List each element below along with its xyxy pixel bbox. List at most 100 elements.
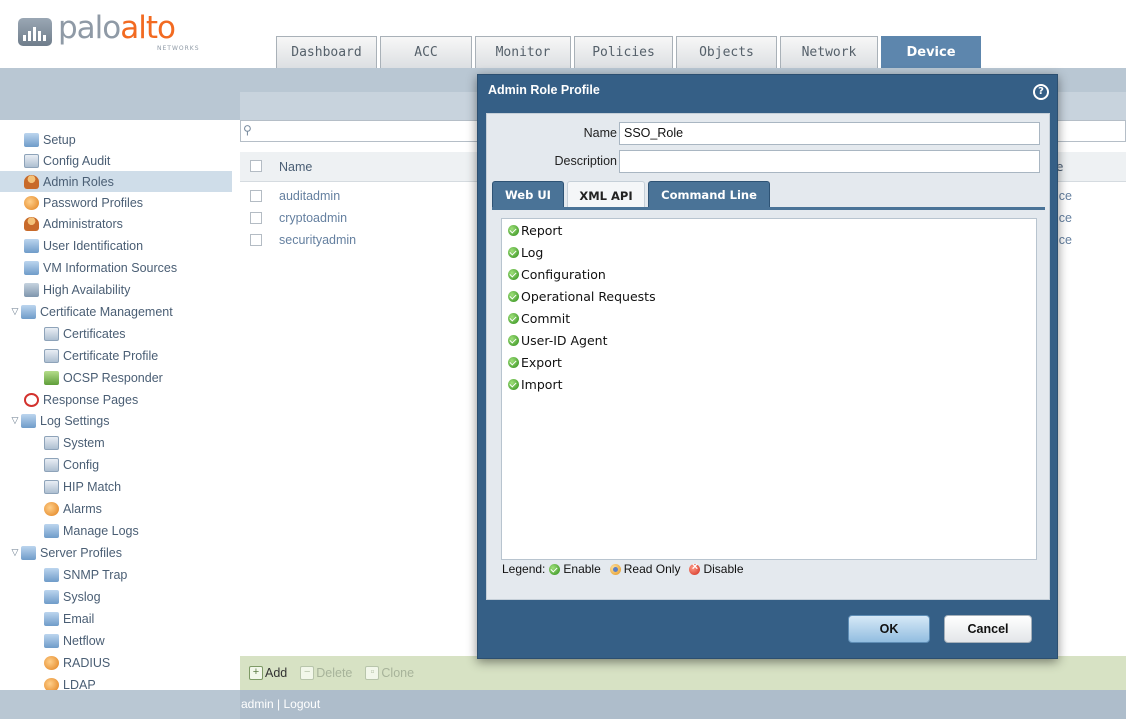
header: paloalto NETWORKS Dashboard ACC Monitor … — [0, 0, 1126, 68]
name-field[interactable]: SSO_Role — [619, 122, 1040, 145]
sidebar-item-certificate-management[interactable]: ▽ Certificate Management — [10, 301, 173, 322]
tab-objects[interactable]: Objects — [676, 36, 777, 68]
row-partial-cell: ice — [1056, 189, 1072, 203]
permission-report[interactable]: Report — [508, 223, 562, 238]
row-checkbox[interactable] — [250, 212, 262, 224]
column-header-name[interactable]: Name — [279, 160, 312, 174]
sidebar-item-system[interactable]: System — [44, 432, 105, 453]
expand-triangle-icon[interactable]: ▽ — [10, 547, 20, 558]
legend-title: Legend: — [502, 562, 546, 576]
enable-status-icon[interactable] — [508, 225, 519, 236]
enable-status-icon[interactable] — [508, 247, 519, 258]
footer-links: admin | Logout — [241, 697, 321, 711]
expand-triangle-icon[interactable]: ▽ — [10, 415, 20, 426]
netflow-icon — [44, 633, 59, 648]
clone-icon: ▫ — [365, 666, 380, 680]
permission-operational-requests[interactable]: Operational Requests — [508, 289, 656, 304]
sidebar-item-user-identification[interactable]: User Identification — [24, 235, 143, 256]
sidebar-item-netflow[interactable]: Netflow — [44, 630, 105, 651]
add-button[interactable]: + Add — [249, 666, 287, 680]
setup-icon — [24, 132, 39, 147]
minus-icon: − — [300, 666, 315, 680]
permission-import[interactable]: Import — [508, 377, 563, 392]
tab-device[interactable]: Device — [881, 36, 981, 68]
sidebar: Setup Config Audit Admin Roles Password … — [0, 120, 232, 690]
sidebar-item-password-profiles[interactable]: Password Profiles — [24, 192, 143, 213]
row-partial-cell: ice — [1056, 233, 1072, 247]
tab-dashboard[interactable]: Dashboard — [276, 36, 377, 68]
delete-button[interactable]: − Delete — [300, 666, 352, 680]
enable-status-icon[interactable] — [508, 379, 519, 390]
logout-link[interactable]: Logout — [283, 697, 320, 711]
plus-icon: + — [249, 666, 263, 680]
tab-network[interactable]: Network — [780, 36, 878, 68]
sidebar-item-log-settings[interactable]: ▽ Log Settings — [10, 410, 110, 431]
permission-user-id-agent[interactable]: User-ID Agent — [508, 333, 608, 348]
sidebar-item-manage-logs[interactable]: Manage Logs — [44, 520, 139, 541]
sidebar-item-vm-information-sources[interactable]: VM Information Sources — [24, 257, 177, 278]
tab-command-line[interactable]: Command Line — [648, 181, 770, 207]
enable-icon — [549, 563, 561, 575]
config-log-icon — [44, 457, 59, 472]
sidebar-item-alarms[interactable]: Alarms — [44, 498, 102, 519]
tab-underline — [492, 207, 1045, 210]
sidebar-item-certificates[interactable]: Certificates — [44, 323, 126, 344]
enable-status-icon[interactable] — [508, 291, 519, 302]
sidebar-item-server-profiles[interactable]: ▽ Server Profiles — [10, 542, 122, 563]
footer: admin | Logout — [0, 690, 1126, 719]
row-checkbox[interactable] — [250, 190, 262, 202]
admin-roles-icon — [24, 174, 39, 189]
clone-button[interactable]: ▫ Clone — [365, 666, 414, 680]
tab-monitor[interactable]: Monitor — [475, 36, 571, 68]
sidebar-item-ldap[interactable]: LDAP — [44, 674, 96, 690]
help-icon[interactable]: ? — [1033, 84, 1049, 100]
permission-log[interactable]: Log — [508, 245, 543, 260]
tab-web-ui[interactable]: Web UI — [492, 181, 564, 207]
server-profiles-icon — [21, 545, 36, 560]
sidebar-item-response-pages[interactable]: Response Pages — [24, 389, 138, 410]
admin-role-profile-dialog: Admin Role Profile ? Name SSO_Role Descr… — [477, 74, 1058, 659]
sidebar-item-snmp-trap[interactable]: SNMP Trap — [44, 564, 127, 585]
snmp-trap-icon — [44, 567, 59, 582]
permission-commit[interactable]: Commit — [508, 311, 570, 326]
ok-button[interactable]: OK — [848, 615, 930, 643]
sidebar-item-radius[interactable]: RADIUS — [44, 652, 110, 673]
tab-xml-api[interactable]: XML API — [567, 181, 645, 209]
sidebar-item-email[interactable]: Email — [44, 608, 94, 629]
administrators-icon — [24, 216, 39, 231]
ldap-icon — [44, 677, 59, 690]
expand-triangle-icon[interactable]: ▽ — [10, 306, 20, 317]
sidebar-item-config[interactable]: Config — [44, 454, 99, 475]
sidebar-item-ocsp-responder[interactable]: OCSP Responder — [44, 367, 163, 388]
sidebar-item-certificate-profile[interactable]: Certificate Profile — [44, 345, 158, 366]
logo-subtitle: NETWORKS — [157, 45, 200, 52]
permission-export[interactable]: Export — [508, 355, 562, 370]
sidebar-item-hip-match[interactable]: HIP Match — [44, 476, 121, 497]
row-checkbox[interactable] — [250, 234, 262, 246]
legend-disable: Disable — [689, 561, 744, 576]
enable-status-icon[interactable] — [508, 313, 519, 324]
permission-configuration[interactable]: Configuration — [508, 267, 606, 282]
row-name[interactable]: cryptoadmin — [279, 211, 347, 225]
row-name[interactable]: securityadmin — [279, 233, 356, 247]
enable-status-icon[interactable] — [508, 335, 519, 346]
manage-logs-icon — [44, 523, 59, 538]
select-all-checkbox[interactable] — [250, 160, 262, 172]
vm-information-sources-icon — [24, 260, 39, 275]
cancel-button[interactable]: Cancel — [944, 615, 1032, 643]
sidebar-item-setup[interactable]: Setup — [24, 129, 76, 150]
row-name[interactable]: auditadmin — [279, 189, 340, 203]
row-partial-cell: ice — [1056, 211, 1072, 225]
enable-status-icon[interactable] — [508, 357, 519, 368]
sidebar-item-config-audit[interactable]: Config Audit — [24, 150, 110, 171]
ocsp-responder-icon — [44, 370, 59, 385]
enable-status-icon[interactable] — [508, 269, 519, 280]
sidebar-item-syslog[interactable]: Syslog — [44, 586, 101, 607]
description-field[interactable] — [619, 150, 1040, 173]
tab-policies[interactable]: Policies — [574, 36, 673, 68]
sidebar-item-high-availability[interactable]: High Availability — [24, 279, 130, 300]
sidebar-item-administrators[interactable]: Administrators — [24, 213, 123, 234]
sidebar-item-admin-roles[interactable]: Admin Roles — [0, 171, 232, 192]
dialog-tabs: Web UI XML API Command Line — [492, 181, 773, 209]
tab-acc[interactable]: ACC — [380, 36, 472, 68]
